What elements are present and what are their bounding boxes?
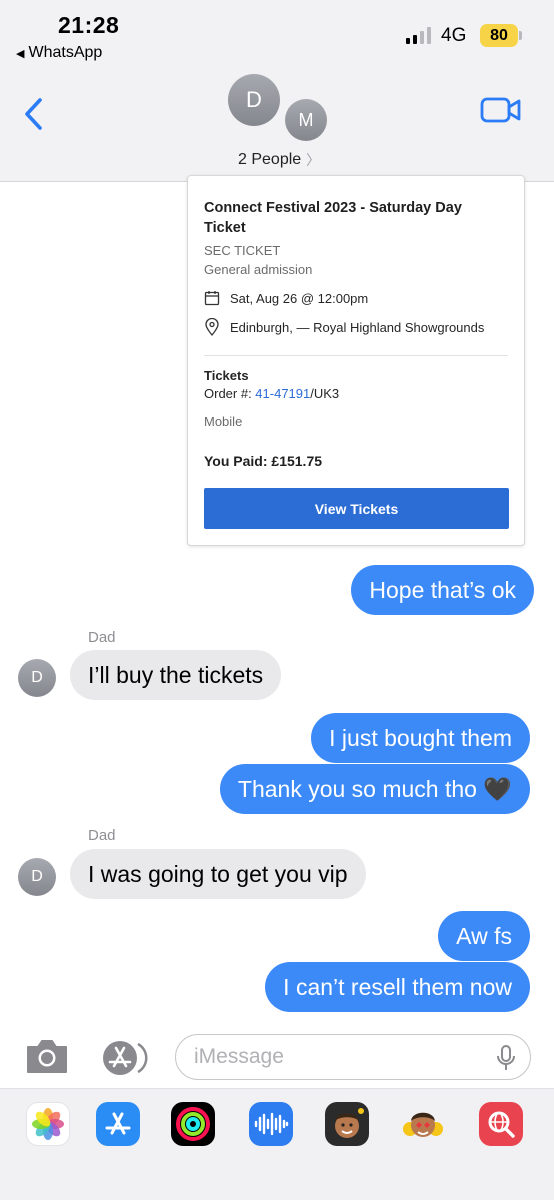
ticket-admission: General admission xyxy=(204,262,313,277)
network-type: 4G xyxy=(441,25,467,46)
ticket-location: Edinburgh, — Royal Highland Showgrounds xyxy=(230,319,485,335)
tickets-label: Tickets xyxy=(204,368,249,383)
clock: 21:28 xyxy=(58,12,120,38)
calendar-icon xyxy=(204,291,220,306)
avatar[interactable]: D xyxy=(18,659,56,697)
avatar[interactable]: M xyxy=(285,99,327,141)
message-bubble-incoming[interactable]: I’ll buy the tickets xyxy=(70,650,282,700)
memoji-icon[interactable] xyxy=(325,1102,369,1146)
location-pin-icon xyxy=(205,318,219,336)
sender-name: Dad xyxy=(88,629,116,646)
chevron-left-icon[interactable] xyxy=(20,94,48,134)
avatar[interactable]: D xyxy=(228,74,280,126)
message-bubble-outgoing[interactable]: I can’t resell them now xyxy=(265,962,530,1012)
ticket-card[interactable]: Connect Festival 2023 - Saturday Day Tic… xyxy=(187,175,525,546)
conversation-header: D M 2 People 〉 xyxy=(0,66,554,182)
signal-icon xyxy=(406,26,431,44)
message-bubble-outgoing[interactable]: Thank you so much tho 🖤 xyxy=(219,764,530,814)
microphone-icon[interactable] xyxy=(496,1044,516,1072)
ticket-title: Connect Festival 2023 - Saturday Day Tic… xyxy=(204,200,462,236)
search-web-icon[interactable] xyxy=(479,1102,523,1146)
delivery-method: Mobile xyxy=(204,414,243,429)
message-input[interactable]: iMessage xyxy=(175,1034,531,1080)
chevron-right-icon: 〉 xyxy=(306,152,321,168)
divider xyxy=(204,355,508,356)
ticket-location-row: Edinburgh, — Royal Highland Showgrounds xyxy=(204,318,484,336)
app-store-icon[interactable] xyxy=(98,1040,152,1076)
avatar[interactable]: D xyxy=(18,858,56,896)
ticket-date-row: Sat, Aug 26 @ 12:00pm xyxy=(204,290,368,306)
message-bubble-outgoing[interactable]: Aw fs xyxy=(438,911,530,961)
amount-paid: You Paid: £151.75 xyxy=(204,453,323,469)
audio-message-icon[interactable] xyxy=(249,1102,293,1146)
animoji-icon[interactable] xyxy=(401,1102,445,1146)
back-app-label: WhatsApp xyxy=(28,44,103,61)
ticket-section: SEC TICKET xyxy=(204,243,281,258)
back-triangle-icon: ◀ xyxy=(16,47,25,60)
group-info-button[interactable]: 2 People 〉 xyxy=(238,150,320,170)
people-label: 2 People xyxy=(238,151,302,168)
back-to-app-link[interactable]: ◀ WhatsApp xyxy=(16,44,102,62)
message-bubble-outgoing[interactable]: I just bought them xyxy=(311,713,530,763)
order-number: Order #: 41-47191/UK3 xyxy=(204,386,340,401)
battery-cap xyxy=(519,31,522,40)
camera-icon[interactable] xyxy=(24,1036,70,1076)
battery-icon: 80 xyxy=(480,24,518,47)
app-store-icon[interactable] xyxy=(96,1102,140,1146)
activity-icon[interactable] xyxy=(171,1102,215,1146)
view-tickets-button[interactable]: View Tickets xyxy=(204,488,509,529)
status-bar: 21:28 ◀ WhatsApp 4G 80 xyxy=(0,0,554,66)
message-bubble-incoming[interactable]: I was going to get you vip xyxy=(70,849,366,899)
order-number-link[interactable]: 41-47191 xyxy=(255,386,310,401)
message-bubble-outgoing[interactable]: Hope that’s ok xyxy=(351,565,534,615)
video-camera-icon[interactable] xyxy=(480,96,522,124)
sender-name: Dad xyxy=(88,827,116,844)
ticket-date: Sat, Aug 26 @ 12:00pm xyxy=(230,290,369,306)
message-input-placeholder: iMessage xyxy=(194,1045,284,1068)
photos-icon[interactable] xyxy=(26,1102,70,1146)
app-drawer xyxy=(0,1088,554,1200)
